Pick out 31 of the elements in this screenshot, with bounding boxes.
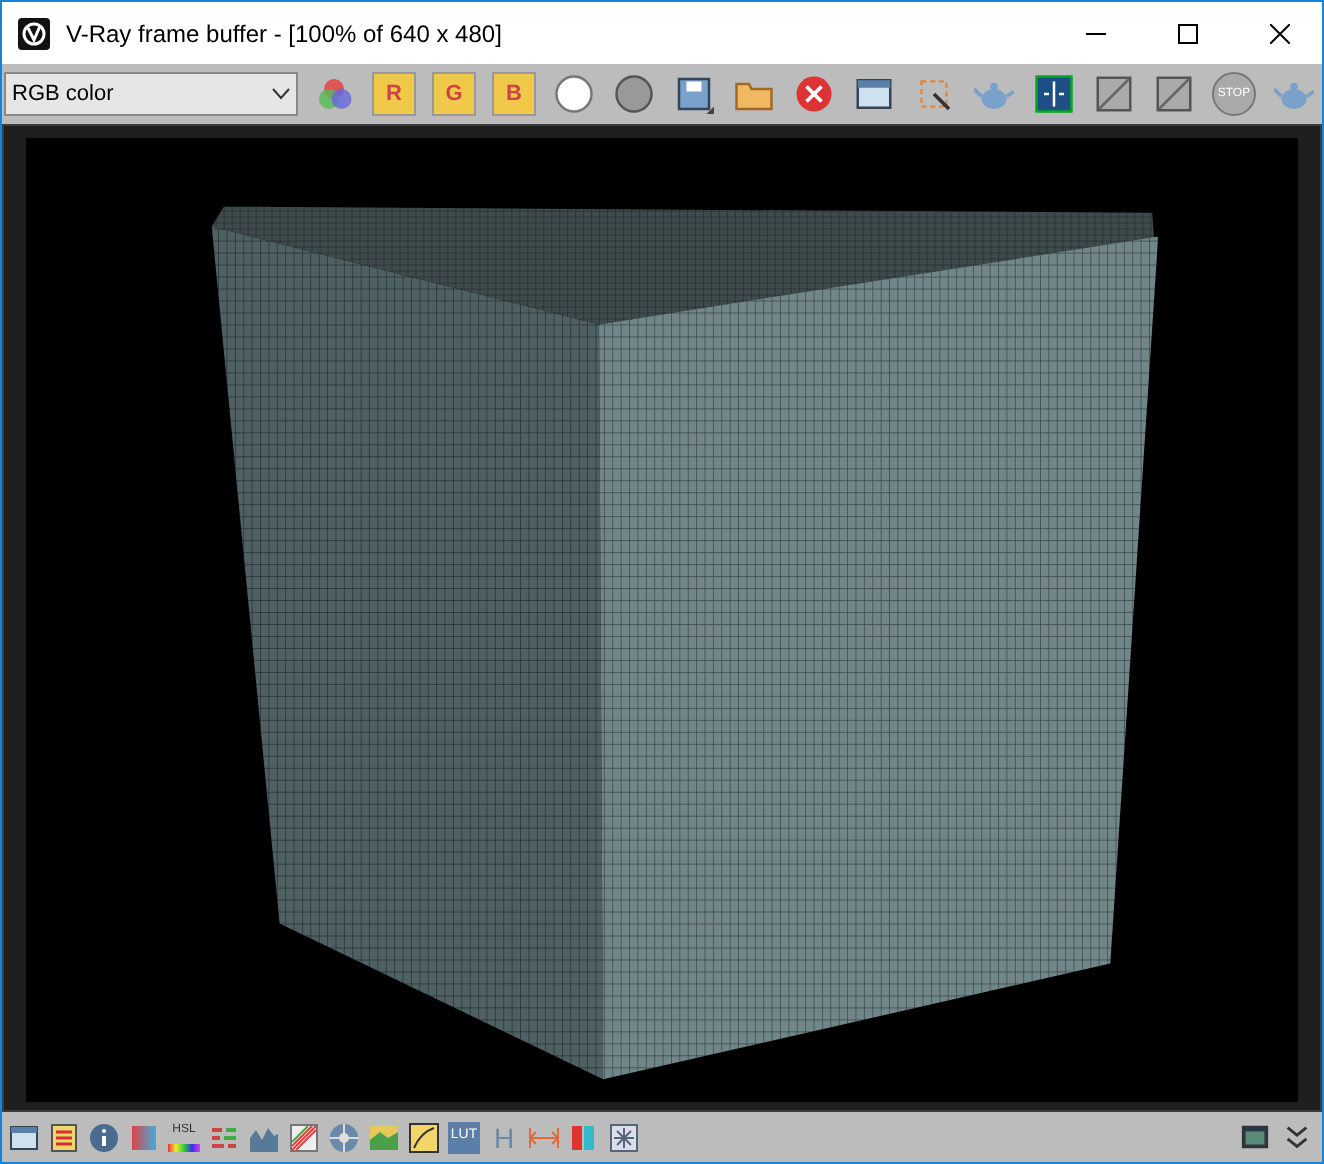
caret-icon <box>272 88 290 100</box>
info-icon[interactable] <box>88 1121 120 1153</box>
maximize-icon[interactable] <box>1178 23 1198 43</box>
window-title: V-Ray frame buffer - [100% of 640 x 480] <box>66 17 504 51</box>
channel-toggle-button[interactable]: B <box>492 72 536 116</box>
channel-dropdown[interactable]: RGB color <box>4 72 298 116</box>
sphere-icon[interactable] <box>614 74 654 114</box>
wheel-icon[interactable] <box>328 1121 360 1153</box>
channel-toggle-button[interactable]: R <box>372 72 416 116</box>
save-icon[interactable] <box>674 74 714 114</box>
circle-icon[interactable] <box>554 74 594 114</box>
channels-icon[interactable] <box>314 74 354 114</box>
close-icon[interactable] <box>1270 23 1290 43</box>
app-logo-icon <box>18 17 50 49</box>
list-icon[interactable] <box>48 1121 80 1153</box>
split-icon[interactable] <box>568 1121 600 1153</box>
panel-icon[interactable] <box>1240 1122 1270 1152</box>
window-icon[interactable] <box>8 1121 40 1153</box>
clear-icon[interactable] <box>794 74 834 114</box>
h-button[interactable]: H <box>488 1121 520 1153</box>
compare-icon[interactable] <box>1034 74 1074 114</box>
window-icon[interactable] <box>854 74 894 114</box>
channel-toggle-button[interactable]: G <box>432 72 476 116</box>
gradient-icon[interactable] <box>128 1121 160 1153</box>
curves-icon[interactable] <box>288 1121 320 1153</box>
ab-compare-icon[interactable] <box>1094 74 1134 114</box>
burst-icon[interactable] <box>608 1121 640 1153</box>
double-chevron-icon[interactable] <box>1282 1122 1312 1152</box>
frame-icon[interactable] <box>408 1121 440 1153</box>
region-icon[interactable] <box>914 74 954 114</box>
ab-compare-icon[interactable] <box>1154 74 1194 114</box>
